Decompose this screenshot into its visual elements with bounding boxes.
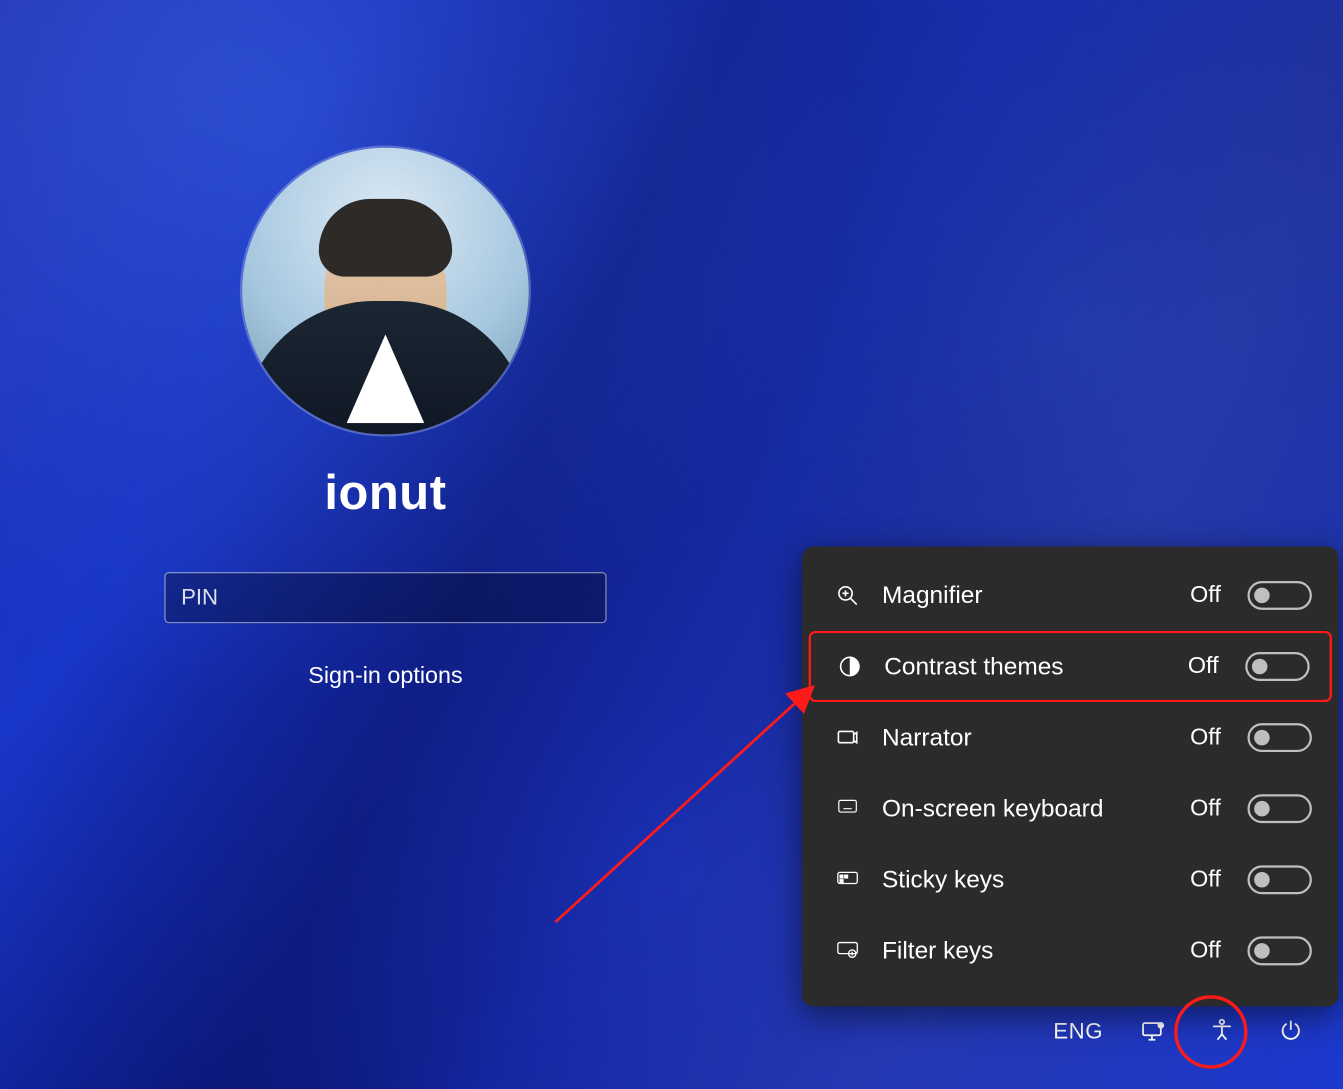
power-button[interactable]	[1272, 1013, 1310, 1051]
pin-input[interactable]	[164, 572, 606, 623]
a11y-row-filter-keys[interactable]: Filter keys Off	[809, 915, 1332, 986]
a11y-row-contrast-themes[interactable]: Contrast themes Off	[809, 631, 1332, 702]
toggle-narrator[interactable]	[1247, 723, 1311, 752]
accessibility-panel: Magnifier Off Contrast themes Off	[802, 547, 1339, 1007]
a11y-row-sticky-keys[interactable]: Sticky keys Off	[809, 844, 1332, 915]
toggle-magnifier[interactable]	[1247, 581, 1311, 610]
filter-keys-icon	[833, 936, 862, 965]
toggle-contrast-themes[interactable]	[1245, 652, 1309, 681]
a11y-row-on-screen-keyboard[interactable]: On-screen keyboard Off	[809, 773, 1332, 844]
a11y-state: Off	[1190, 938, 1221, 965]
contrast-icon	[835, 652, 864, 681]
a11y-label: Contrast themes	[884, 652, 1168, 681]
a11y-state: Off	[1190, 582, 1221, 609]
narrator-icon	[833, 723, 862, 752]
power-icon	[1279, 1018, 1303, 1046]
network-icon	[1140, 1017, 1167, 1047]
sticky-keys-icon	[833, 865, 862, 894]
toggle-filter-keys[interactable]	[1247, 936, 1311, 965]
accessibility-button[interactable]	[1203, 1013, 1241, 1051]
magnifier-icon	[833, 581, 862, 610]
username-label: ionut	[324, 465, 446, 521]
toggle-sticky-keys[interactable]	[1247, 865, 1311, 894]
a11y-label: Sticky keys	[882, 865, 1170, 894]
accessibility-icon	[1209, 1017, 1236, 1047]
toggle-on-screen-keyboard[interactable]	[1247, 794, 1311, 823]
user-avatar	[242, 148, 529, 435]
a11y-label: Narrator	[882, 723, 1170, 752]
a11y-label: On-screen keyboard	[882, 794, 1170, 823]
signin-options-button[interactable]: Sign-in options	[308, 663, 462, 690]
a11y-row-narrator[interactable]: Narrator Off	[809, 702, 1332, 773]
a11y-state: Off	[1190, 866, 1221, 893]
a11y-row-magnifier[interactable]: Magnifier Off	[809, 560, 1332, 631]
a11y-label: Filter keys	[882, 936, 1170, 965]
a11y-state: Off	[1188, 653, 1219, 680]
network-button[interactable]	[1134, 1013, 1172, 1051]
a11y-state: Off	[1190, 795, 1221, 822]
a11y-label: Magnifier	[882, 581, 1170, 610]
keyboard-icon	[833, 794, 862, 823]
a11y-state: Off	[1190, 724, 1221, 751]
language-indicator[interactable]: ENG	[1053, 1019, 1103, 1045]
